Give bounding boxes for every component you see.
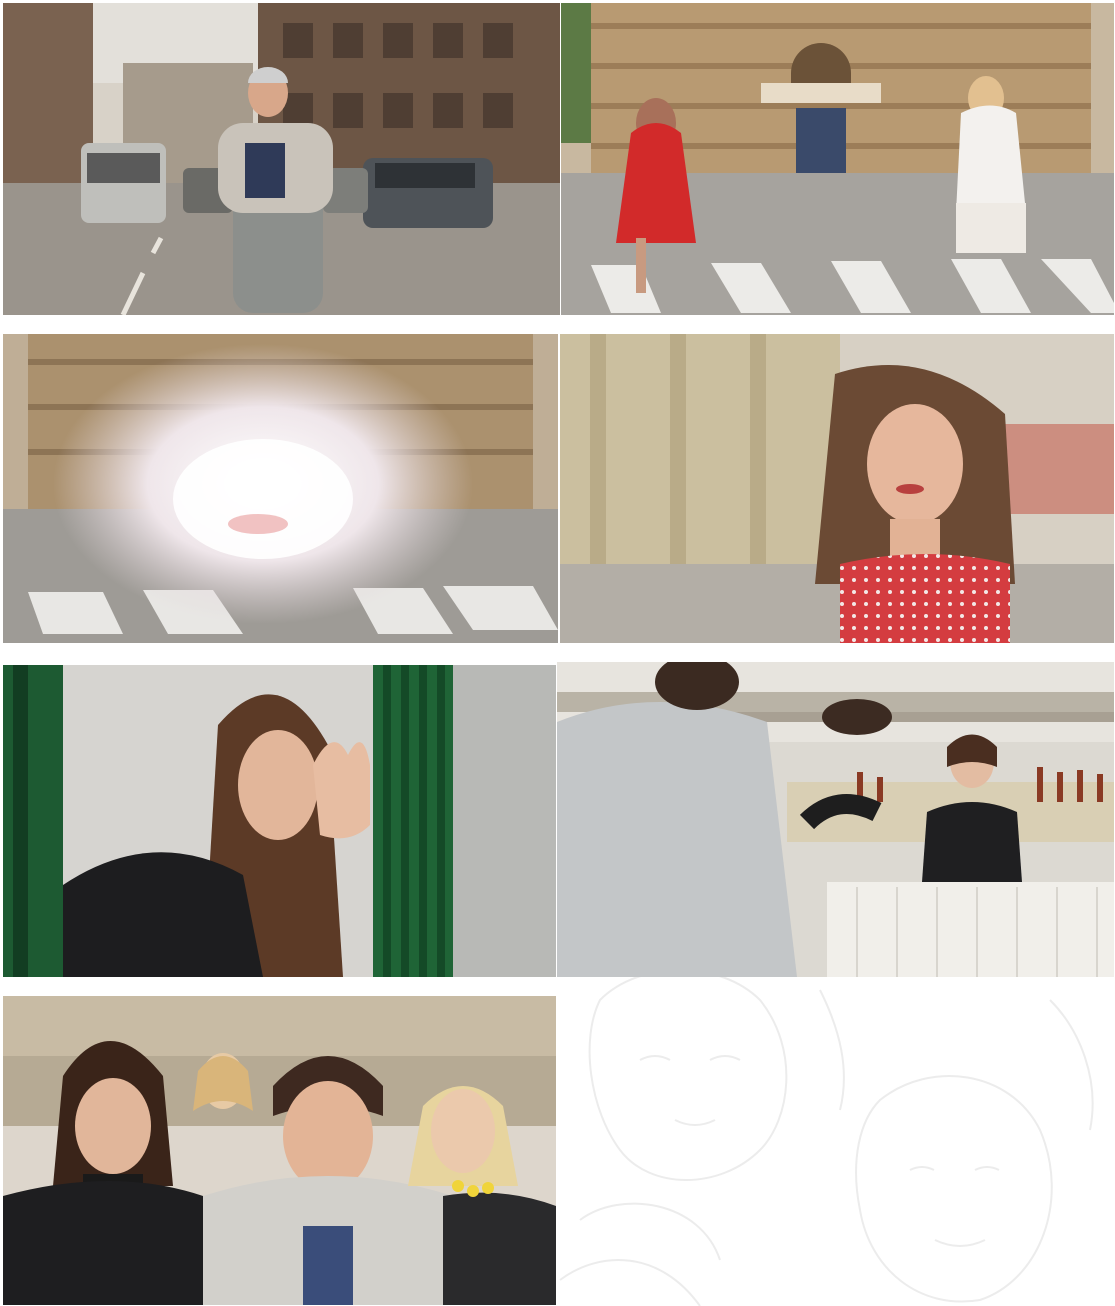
photo-frame-rooftop-bar [557, 662, 1114, 977]
photo-frame-group [3, 996, 556, 1305]
photo-frame-polka-dot [560, 334, 1114, 643]
photo-frame-running [561, 3, 1114, 315]
photo-frame-powder-burst [3, 334, 558, 643]
photo-frame-scooter [3, 3, 560, 315]
photo-frame-waving [3, 665, 556, 977]
